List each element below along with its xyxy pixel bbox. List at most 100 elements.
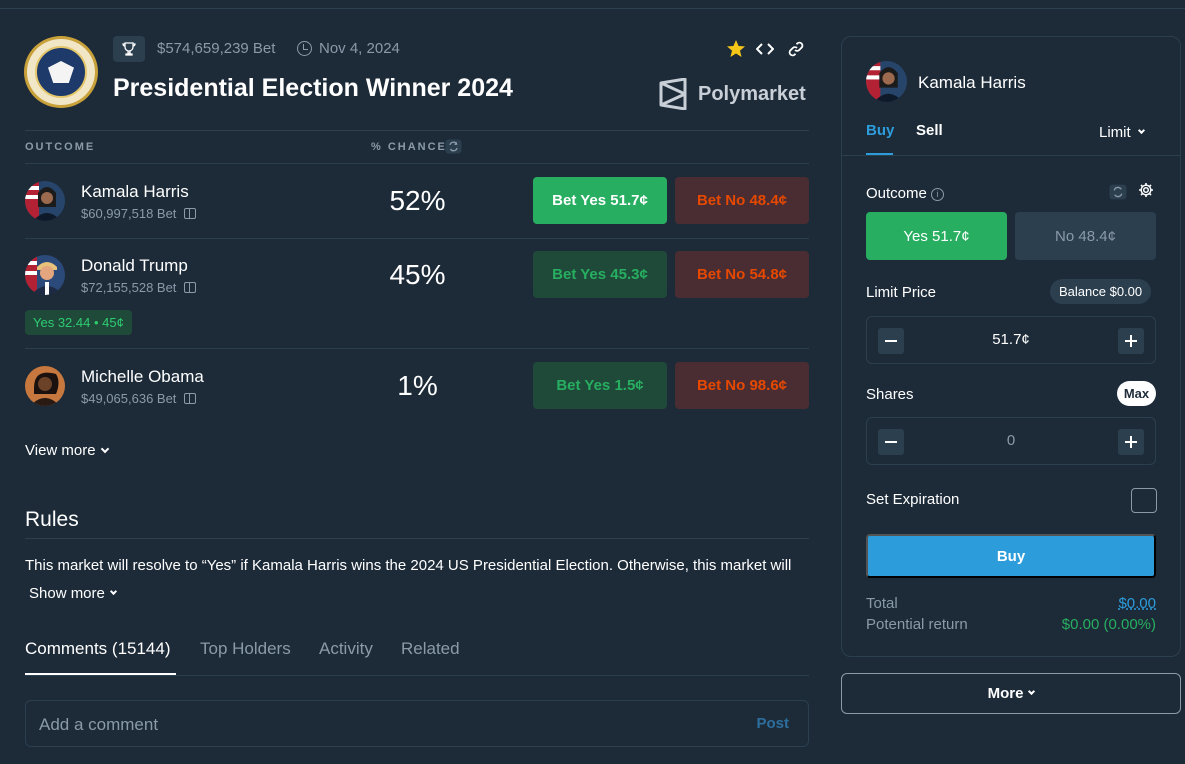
chance-value: 52% (389, 185, 446, 216)
show-more-link[interactable]: Show more (29, 585, 117, 602)
divider (25, 538, 809, 539)
outcome-yes-button[interactable]: Yes 51.7¢ (866, 212, 1007, 260)
divider (25, 675, 809, 676)
bet-yes-button[interactable]: Bet Yes 1.5¢ (533, 362, 667, 409)
shares-label: Shares (866, 386, 914, 403)
candidate-name[interactable]: Michelle Obama (81, 367, 204, 387)
link-icon[interactable] (785, 38, 807, 60)
max-button[interactable]: Max (1117, 381, 1156, 406)
settings-gear-icon[interactable] (1138, 182, 1154, 203)
divider (25, 348, 809, 349)
comment-placeholder: Add a comment (39, 715, 159, 734)
set-expiration-label: Set Expiration (866, 491, 960, 508)
end-date: Nov 4, 2024 (319, 40, 400, 57)
decrement-button[interactable] (878, 429, 904, 455)
candidate-volume: $60,997,518 Bet (81, 206, 197, 221)
trophy-icon (113, 36, 145, 62)
candidate-avatar (25, 255, 65, 295)
shares-stepper[interactable]: 0 (866, 417, 1156, 465)
chevron-down-icon (109, 587, 117, 596)
divider (25, 163, 809, 164)
divider (842, 155, 1180, 156)
bet-no-button[interactable]: Bet No 54.8¢ (675, 251, 809, 298)
gift-icon[interactable] (184, 208, 197, 219)
balance-badge: Balance $0.00 (1050, 279, 1152, 304)
rules-text: This market will resolve to “Yes” if Kam… (25, 557, 792, 574)
chevron-down-icon (1137, 126, 1145, 135)
bet-yes-button[interactable]: Bet Yes 45.3¢ (533, 251, 667, 298)
tab-buy[interactable]: Buy (866, 122, 894, 139)
chance-column-header: % CHANCE (371, 141, 447, 153)
polymarket-logo: Polymarket (658, 78, 806, 110)
bet-no-button[interactable]: Bet No 98.6¢ (675, 362, 809, 409)
candidate-name[interactable]: Kamala Harris (81, 182, 189, 202)
bet-no-button[interactable]: Bet No 48.4¢ (675, 177, 809, 224)
position-badge[interactable]: Yes 32.44 • 45¢ (25, 310, 132, 335)
comment-input[interactable]: Add a comment Post (25, 700, 809, 747)
decrement-button[interactable] (878, 328, 904, 354)
increment-button[interactable] (1118, 328, 1144, 354)
presidential-seal-image (24, 36, 98, 108)
trade-panel: Kamala Harris Buy Sell Limit Outcome i Ye… (841, 36, 1181, 657)
more-button[interactable]: More (841, 673, 1181, 714)
volume-text: $49,065,636 Bet (81, 391, 177, 406)
candidate-volume: $49,065,636 Bet (81, 391, 197, 406)
minus-icon (885, 441, 897, 443)
tab-comments[interactable]: Comments (15144) (25, 639, 171, 659)
plus-icon (1125, 436, 1137, 448)
limit-price-label: Limit Price (866, 284, 937, 301)
refresh-icon[interactable] (1109, 184, 1127, 205)
rules-heading: Rules (25, 508, 79, 531)
bet-yes-button[interactable]: Bet Yes 51.7¢ (533, 177, 667, 224)
divider (25, 130, 809, 131)
shares-value[interactable]: 0 (927, 432, 1095, 449)
gift-icon[interactable] (184, 282, 197, 293)
chevron-down-icon (100, 444, 109, 453)
star-icon[interactable] (725, 38, 747, 60)
divider (25, 238, 809, 239)
post-button[interactable]: Post (756, 715, 789, 732)
gift-icon[interactable] (184, 393, 197, 404)
more-label: More (987, 685, 1024, 702)
view-more-link[interactable]: View more (25, 442, 109, 459)
volume-text: $72,155,528 Bet (81, 280, 177, 295)
potential-return-value: $0.00 (0.00%) (1061, 616, 1156, 633)
order-type-label: Limit (1099, 124, 1131, 141)
volume-text: $60,997,518 Bet (81, 206, 177, 221)
potential-return-label: Potential return (866, 616, 968, 633)
total-value: $0.00 (1118, 595, 1156, 612)
outcome-no-button[interactable]: No 48.4¢ (1015, 212, 1156, 260)
page-title: Presidential Election Winner 2024 (113, 74, 513, 102)
embed-code-icon[interactable] (754, 38, 776, 60)
tab-sell[interactable]: Sell (916, 122, 943, 139)
tab-activity[interactable]: Activity (319, 639, 373, 659)
total-volume: $574,659,239 Bet (157, 40, 276, 57)
candidate-avatar (25, 366, 65, 406)
view-more-label: View more (25, 442, 96, 459)
minus-icon (885, 340, 897, 342)
buy-button[interactable]: Buy (866, 534, 1156, 578)
info-icon[interactable]: i (930, 188, 944, 201)
total-label: Total (866, 595, 898, 612)
candidate-avatar (25, 181, 65, 221)
tab-related[interactable]: Related (401, 639, 460, 659)
candidate-volume: $72,155,528 Bet (81, 280, 197, 295)
refresh-icon[interactable] (445, 139, 462, 159)
chevron-down-icon (1028, 687, 1036, 696)
chance-value: 1% (397, 370, 438, 401)
limit-price-stepper[interactable]: 51.7¢ (866, 316, 1156, 364)
expiration-checkbox[interactable] (1131, 488, 1157, 513)
candidate-name[interactable]: Donald Trump (81, 256, 188, 276)
clock-icon (297, 41, 312, 56)
tab-top-holders[interactable]: Top Holders (200, 639, 291, 659)
order-type-dropdown[interactable]: Limit (1099, 124, 1145, 141)
limit-price-value[interactable]: 51.7¢ (927, 331, 1095, 348)
outcome-label: Outcome i (866, 185, 944, 202)
increment-button[interactable] (1118, 429, 1144, 455)
candidate-avatar (866, 61, 907, 102)
show-more-label: Show more (29, 585, 105, 602)
chance-value: 45% (389, 259, 446, 290)
plus-icon (1125, 335, 1137, 347)
outcome-column-header: OUTCOME (25, 141, 96, 153)
top-divider (0, 8, 1185, 9)
